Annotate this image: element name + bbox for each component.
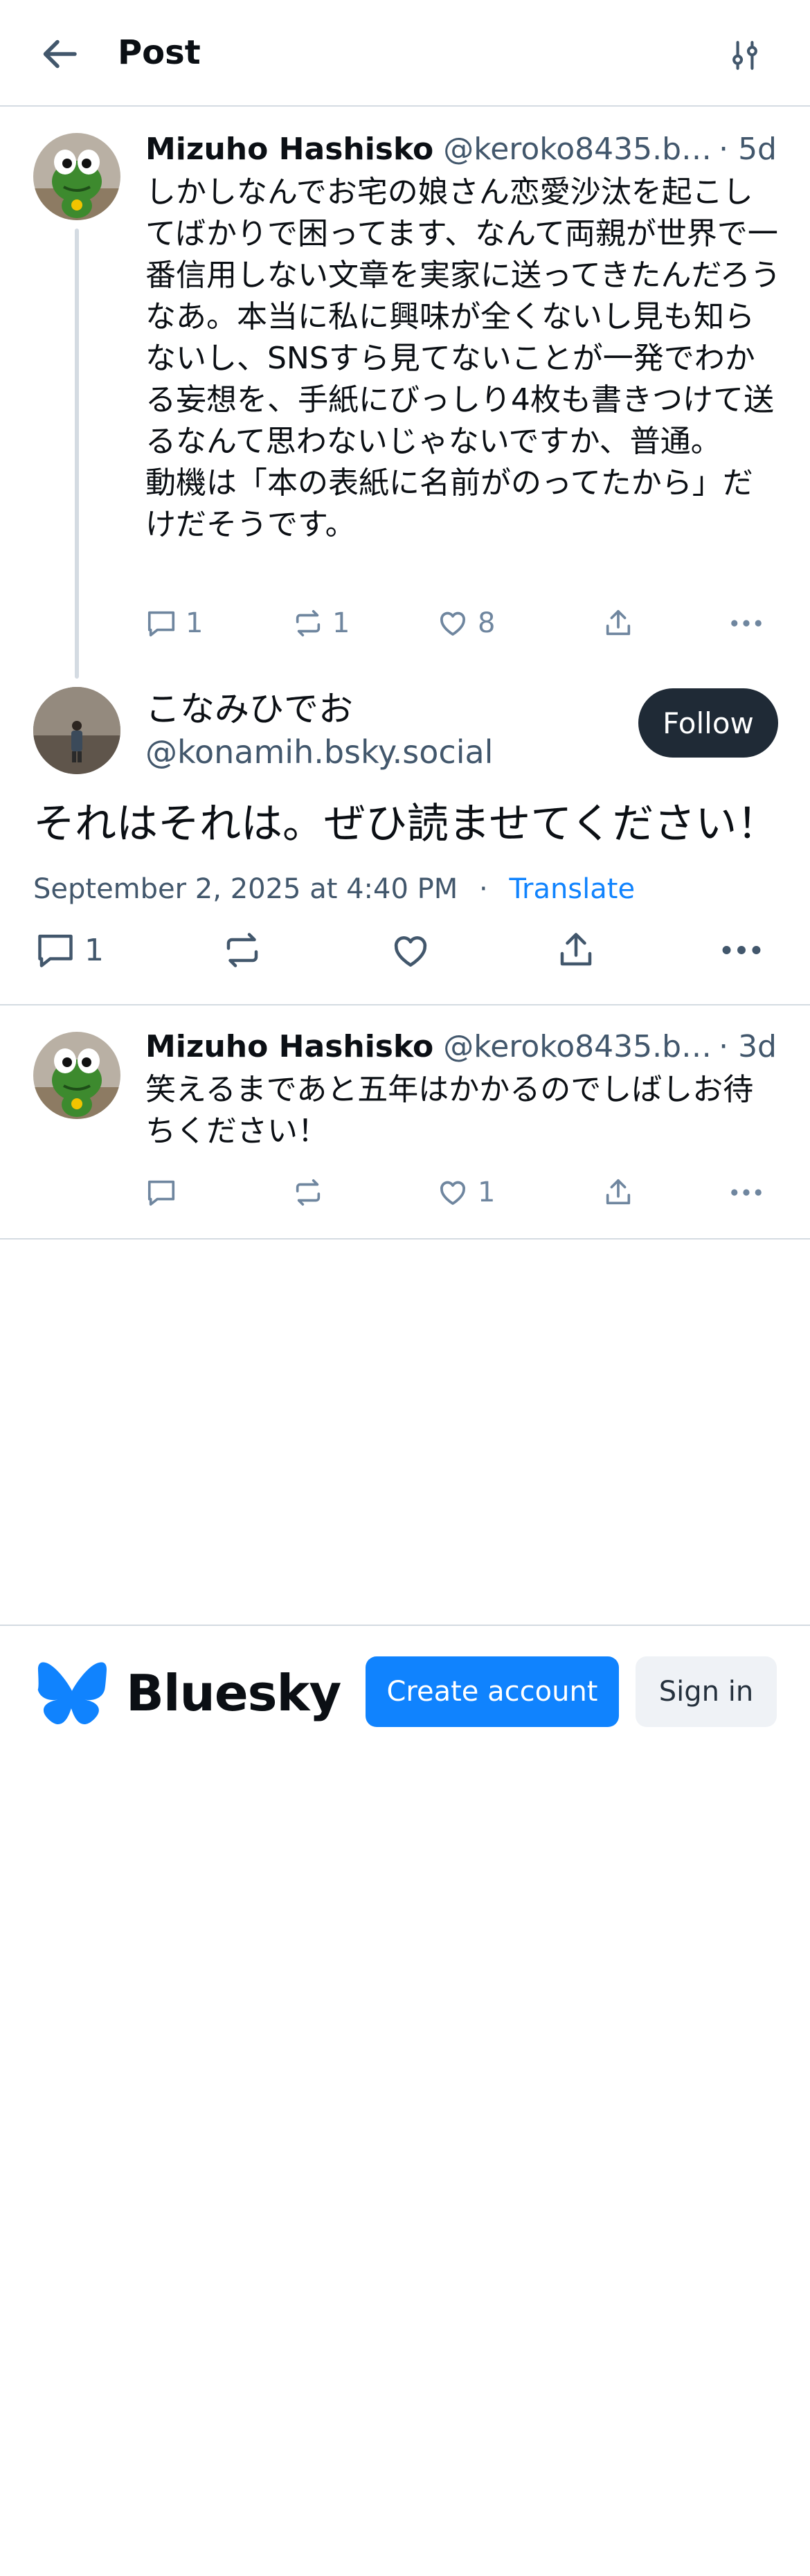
repost-button[interactable] <box>222 929 263 971</box>
author-handle[interactable]: @konamih.bsky.social <box>145 731 493 773</box>
butterfly-icon <box>37 1662 107 1724</box>
repost-count: 1 <box>332 607 350 639</box>
post-time[interactable]: · 3d <box>719 1028 777 1066</box>
post-text: しかしなんでお宅の娘さん恋愛沙汰を起こしてばかりで困ってます、なんて両親が世界で… <box>145 175 781 542</box>
back-button[interactable] <box>36 29 86 79</box>
page-title: Post <box>118 33 201 72</box>
post-meta: September 2, 2025 at 4:40 PM · Translate <box>33 871 635 907</box>
author-handle[interactable]: @keroko8435.bsk... <box>443 130 719 169</box>
top-bar: Post <box>0 0 810 107</box>
reply-count: 1 <box>186 607 204 639</box>
arrow-left-icon <box>43 39 77 69</box>
thread-connector <box>75 229 79 679</box>
share-button[interactable] <box>602 607 634 639</box>
post-header: Mizuho Hashisko @keroko8435.bsk... · 3d <box>145 1028 777 1066</box>
avatar[interactable] <box>33 687 120 774</box>
frog-avatar-icon <box>33 1032 120 1119</box>
like-button[interactable] <box>389 929 432 972</box>
signup-bar: Bluesky Create account Sign in <box>0 1625 810 1759</box>
share-button[interactable] <box>555 929 597 971</box>
like-button[interactable]: 1 <box>436 1176 495 1209</box>
share-icon <box>606 609 631 636</box>
share-icon <box>606 1179 631 1205</box>
more-dots-icon <box>722 946 761 954</box>
like-count: 8 <box>478 607 496 639</box>
post-header: Mizuho Hashisko @keroko8435.bsk... · 5d <box>145 130 777 169</box>
post-date: September 2, 2025 at 4:40 PM <box>33 873 458 905</box>
author-name[interactable]: Mizuho Hashisko <box>145 1028 433 1066</box>
reply-button[interactable]: 1 <box>35 929 104 971</box>
avatar[interactable] <box>33 133 120 220</box>
reply-button[interactable] <box>145 1177 177 1208</box>
more-options-button[interactable] <box>720 929 763 971</box>
meta-separator: · <box>479 873 488 905</box>
reply-post[interactable]: Mizuho Hashisko @keroko8435.bsk... · 3d … <box>0 1007 810 1240</box>
more-dots-icon <box>731 620 762 627</box>
post-actions: 1 <box>145 1173 777 1212</box>
more-dots-icon <box>731 1189 762 1196</box>
repost-icon <box>296 1179 321 1206</box>
post-time[interactable]: · 5d <box>719 130 777 169</box>
repost-button[interactable]: 1 <box>292 607 350 639</box>
person-photo-avatar-icon <box>33 687 120 774</box>
follow-button[interactable]: Follow <box>638 688 778 758</box>
more-options-button[interactable] <box>728 607 764 639</box>
sign-in-button[interactable]: Sign in <box>636 1656 777 1727</box>
focused-post: こなみひでお @konamih.bsky.social Follow それはそれ… <box>0 679 810 1005</box>
repost-icon <box>226 933 258 967</box>
author-name[interactable]: こなみひでお <box>145 687 353 731</box>
reply-icon <box>38 934 73 967</box>
post-actions: 1 1 8 <box>145 604 777 643</box>
frog-avatar-icon <box>33 133 120 220</box>
brand-name: Bluesky <box>126 1664 341 1722</box>
reply-icon <box>147 611 175 637</box>
post-text: 笑えるまであと五年はかかるのでしばしお待ちください！ <box>145 1072 754 1149</box>
thread-settings-button[interactable] <box>720 30 770 80</box>
create-account-button[interactable]: Create account <box>366 1656 619 1727</box>
reply-count: 1 <box>84 932 104 968</box>
author-handle[interactable]: @keroko8435.bsk... <box>443 1028 719 1066</box>
repost-button[interactable] <box>292 1177 324 1208</box>
bluesky-logo[interactable]: Bluesky <box>37 1662 341 1724</box>
heart-icon <box>440 611 465 636</box>
sliders-icon <box>732 41 757 70</box>
reply-button[interactable]: 1 <box>145 607 203 639</box>
like-button[interactable]: 8 <box>436 607 495 640</box>
reply-icon <box>147 1180 175 1206</box>
heart-icon <box>440 1181 465 1205</box>
post-text: それはそれは。ぜひ読ませてください！ <box>33 800 779 848</box>
share-icon <box>560 933 592 966</box>
translate-link[interactable]: Translate <box>509 873 635 905</box>
more-options-button[interactable] <box>728 1177 764 1208</box>
avatar[interactable] <box>33 1032 120 1119</box>
like-count: 1 <box>478 1177 496 1208</box>
author-name[interactable]: Mizuho Hashisko <box>145 130 433 169</box>
share-button[interactable] <box>602 1177 634 1208</box>
heart-icon <box>394 936 427 967</box>
repost-icon <box>296 609 321 637</box>
